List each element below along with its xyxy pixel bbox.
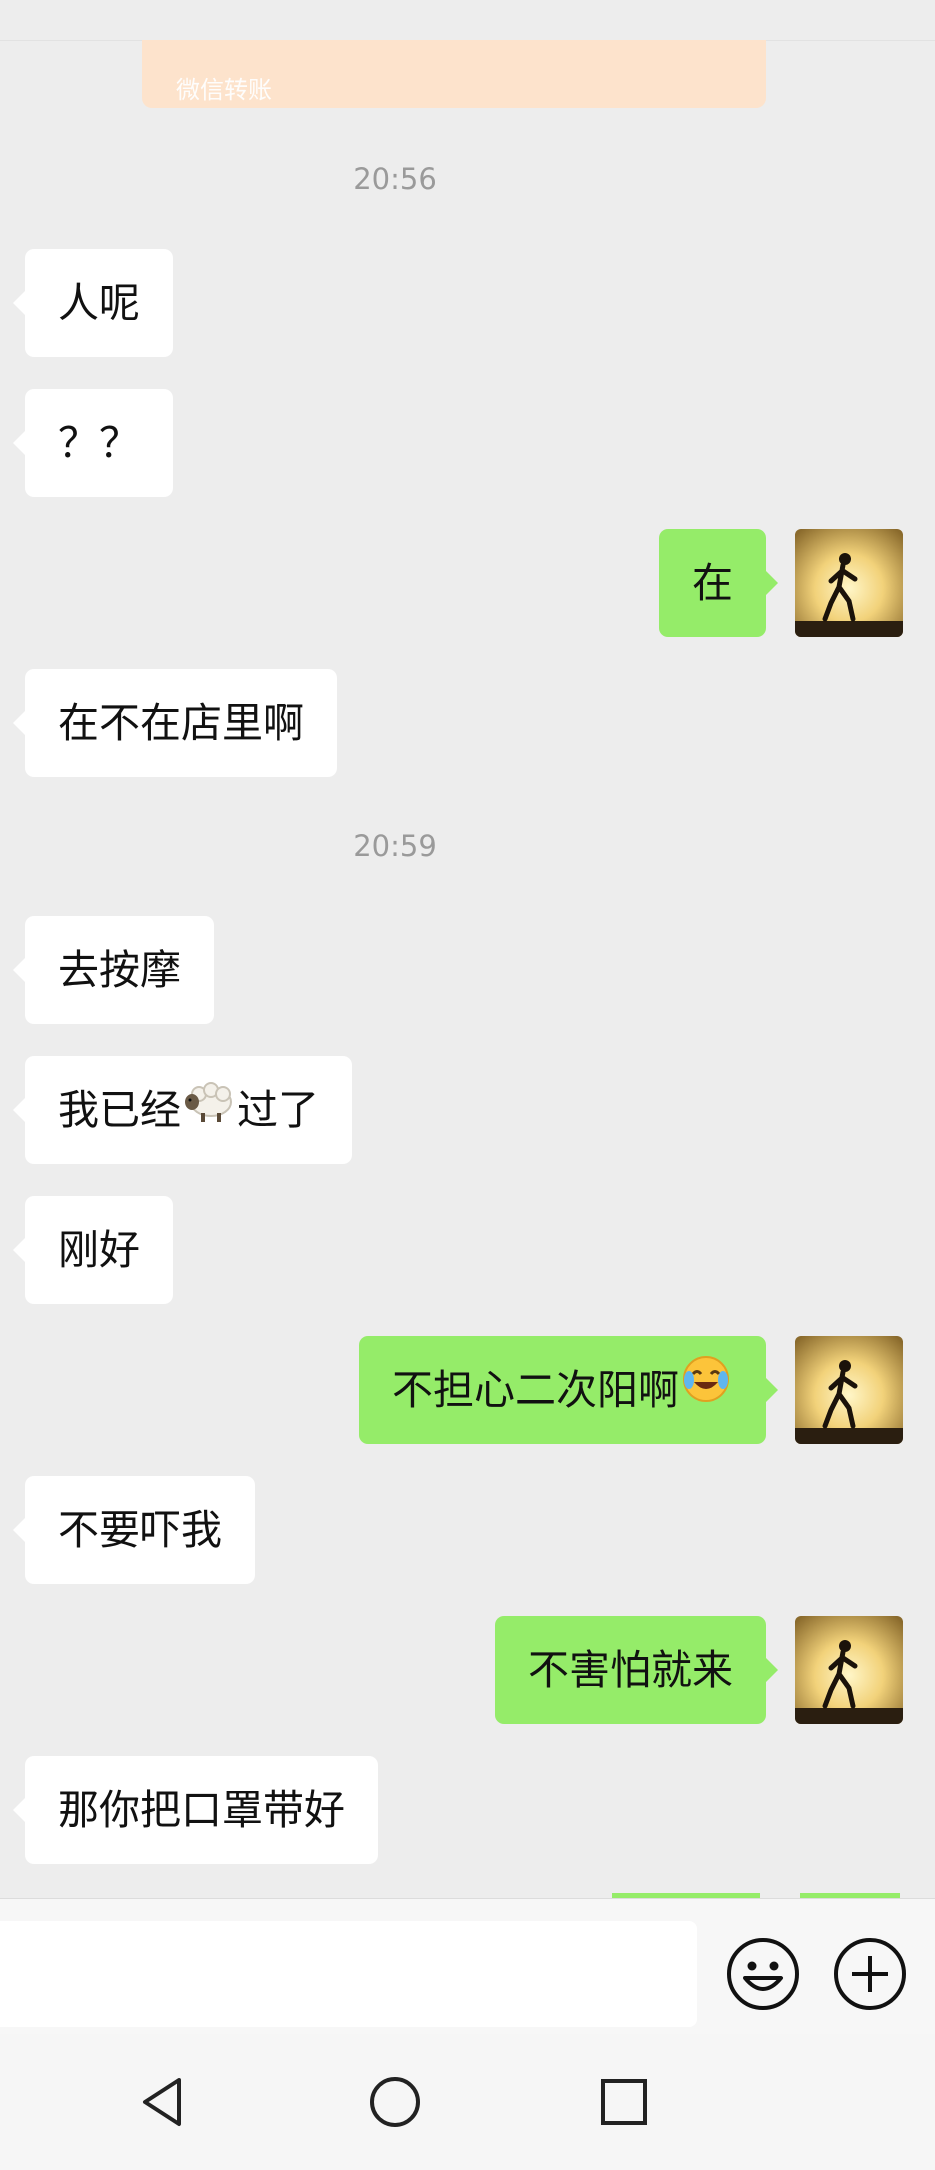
message-bubble-incoming[interactable]: 那你把口罩带好	[13, 1756, 378, 1864]
message-text: 我已经	[58, 1086, 181, 1134]
message-bubble-incoming[interactable]: 去按摩	[13, 916, 214, 1024]
message-bubble-incoming[interactable]: 在不在店里啊	[13, 669, 337, 777]
transfer-card-label: 微信转账	[176, 76, 272, 104]
sheep-emoji-icon	[183, 1056, 235, 1164]
message-bubble-outgoing[interactable]: 不担心二次阳啊	[359, 1336, 778, 1444]
back-triangle-icon	[143, 2078, 181, 2126]
message-bubble-incoming[interactable]: 人呢	[13, 249, 173, 357]
recents-button[interactable]	[594, 2072, 654, 2132]
home-circle-icon	[370, 2077, 420, 2127]
message-input[interactable]	[0, 1921, 697, 2027]
transfer-card[interactable]: 微信转账	[142, 40, 766, 108]
timestamp: 20:59	[353, 829, 437, 863]
runner-avatar-icon	[795, 529, 903, 637]
message-bubble-incoming[interactable]: 不要吓我	[13, 1476, 255, 1584]
more-button[interactable]	[832, 1936, 908, 2012]
home-button[interactable]	[365, 2072, 425, 2132]
message-bubble-incoming[interactable]: 我已经 过了	[13, 1056, 352, 1164]
back-button[interactable]	[135, 2072, 195, 2132]
message-bubble-outgoing[interactable]: 在	[659, 529, 778, 637]
emoji-button[interactable]	[725, 1936, 801, 2012]
crying-laughing-emoji-icon	[681, 1336, 731, 1444]
message-bubble-incoming[interactable]: 刚好	[13, 1196, 173, 1304]
runner-avatar-icon	[795, 1336, 903, 1444]
input-bar	[0, 1898, 935, 2035]
message-bubble-incoming[interactable]: ？？	[13, 389, 173, 497]
plus-icon	[834, 1938, 906, 2010]
avatar[interactable]	[795, 1616, 903, 1724]
top-strip	[0, 0, 935, 41]
message-text: 不担心二次阳啊	[392, 1366, 679, 1414]
message-text: 过了	[237, 1086, 319, 1134]
system-nav-bar	[0, 2034, 935, 2170]
chat-screen: 微信转账 20:56 人呢 ？？ 在 在不在店里啊 20:59 去按摩 我已经 …	[0, 0, 935, 2170]
avatar[interactable]	[795, 529, 903, 637]
avatar[interactable]	[795, 1336, 903, 1444]
runner-avatar-icon	[795, 1616, 903, 1724]
message-bubble-outgoing[interactable]: 不害怕就来	[495, 1616, 778, 1724]
timestamp: 20:56	[353, 162, 437, 196]
recents-square-icon	[601, 2079, 647, 2125]
smiley-icon	[727, 1938, 799, 2010]
